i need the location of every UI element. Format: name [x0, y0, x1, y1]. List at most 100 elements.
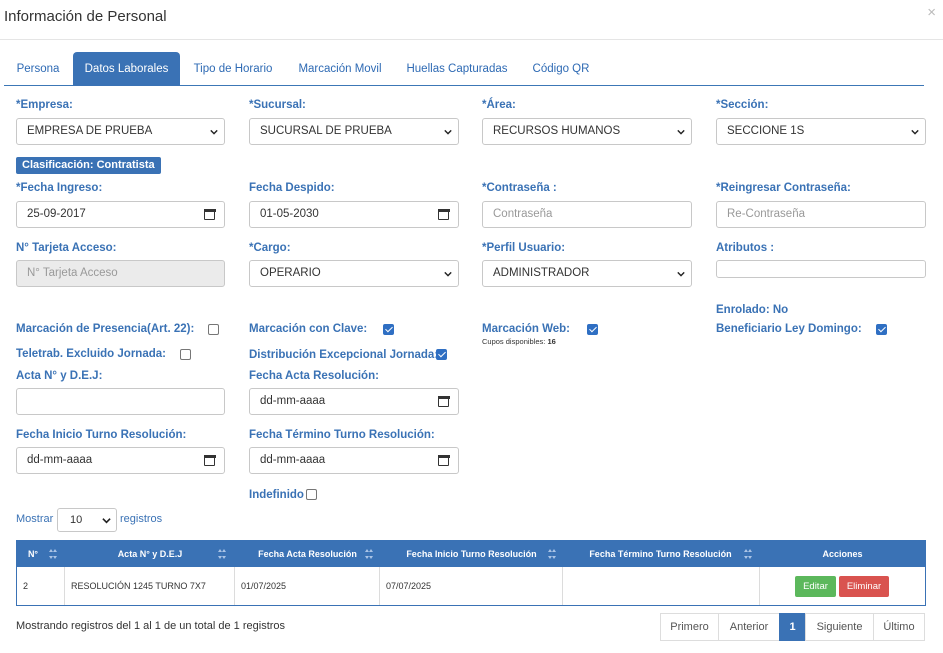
length-value: 10 [70, 514, 83, 526]
fecha-inicio-label: Fecha Inicio Turno Resolución: [16, 429, 187, 441]
modal-header: Información de Personal × [0, 0, 943, 40]
atributos-label: Atributos : [716, 242, 775, 254]
col-header-acta[interactable]: Acta N° y D.E.J [65, 541, 235, 567]
col-header-acciones: Acciones [822, 549, 863, 559]
pagination-page-1[interactable]: 1 [779, 613, 806, 641]
sort-icon[interactable] [365, 549, 373, 559]
contrasena-placeholder: Contraseña [493, 208, 553, 220]
distribucion-checkbox[interactable] [436, 349, 447, 360]
fecha-despido-input[interactable]: 01-05-2030 [249, 201, 459, 228]
cupos-value: 16 [547, 337, 556, 346]
cupos-label: Cupos disponibles: [482, 337, 546, 346]
col-header-fecha-acta[interactable]: Fecha Acta Resolución [235, 541, 380, 567]
ley-domingo-checkbox[interactable] [876, 324, 887, 335]
cell-fecha-acta: 01/07/2025 [235, 567, 380, 605]
calendar-icon[interactable] [437, 454, 450, 466]
ley-domingo-label: Beneficiario Ley Domingo: [716, 323, 862, 335]
sort-icon[interactable] [744, 549, 752, 559]
cell-fecha-inicio: 07/07/2025 [380, 567, 563, 605]
fecha-despido-value: 01-05-2030 [260, 208, 319, 220]
fecha-acta-value: dd-mm-aaaa [260, 395, 326, 407]
perfil-label: *Perfil Usuario: [482, 242, 566, 254]
calendar-icon[interactable] [203, 208, 216, 220]
tarjeta-input[interactable]: N° Tarjeta Acceso [16, 260, 225, 287]
length-before: Mostrar [16, 513, 54, 525]
recontrasena-input[interactable]: Re-Contraseña [716, 201, 926, 228]
area-label: *Área: [482, 99, 516, 111]
sort-icon[interactable] [548, 549, 556, 559]
length-select[interactable]: 10 [57, 508, 117, 532]
fecha-inicio-value: dd-mm-aaaa [27, 454, 93, 466]
presencia-checkbox[interactable] [208, 324, 219, 335]
tab-tipo-horario[interactable]: Tipo de Horario [186, 52, 280, 86]
sucursal-select[interactable]: SUCURSAL DE PRUEBA [249, 118, 459, 145]
teletrab-checkbox[interactable] [180, 349, 191, 360]
delete-button[interactable]: Eliminar [839, 576, 889, 597]
sort-icon[interactable] [49, 549, 57, 559]
fecha-inicio-input[interactable]: dd-mm-aaaa [16, 447, 225, 474]
edit-button[interactable]: Editar [795, 576, 836, 597]
resoluciones-table: N° Acta N° y D.E.J Fecha Acta Resolución… [16, 540, 926, 606]
fecha-acta-input[interactable]: dd-mm-aaaa [249, 388, 459, 415]
cell-acta: RESOLUCIÓN 1245 TURNO 7X7 [65, 567, 235, 605]
fecha-ingreso-input[interactable]: 25-09-2017 [16, 201, 225, 228]
clave-checkbox[interactable] [383, 324, 394, 335]
atributos-input[interactable] [716, 260, 926, 278]
area-select[interactable]: RECURSOS HUMANOS [482, 118, 692, 145]
distribucion-label: Distribución Excepcional Jornada: [249, 349, 439, 361]
chevron-down-icon [102, 518, 111, 524]
teletrab-label: Teletrab. Excluido Jornada: [16, 348, 166, 360]
sort-icon[interactable] [218, 549, 226, 559]
pagination-next[interactable]: Siguiente [805, 613, 874, 641]
seccion-select[interactable]: SECCIONE 1S [716, 118, 926, 145]
chevron-down-icon [210, 129, 218, 135]
tab-huellas-capturadas[interactable]: Huellas Capturadas [400, 52, 514, 86]
fecha-termino-value: dd-mm-aaaa [260, 454, 326, 466]
fecha-termino-input[interactable]: dd-mm-aaaa [249, 447, 459, 474]
tarjeta-placeholder: N° Tarjeta Acceso [27, 267, 118, 279]
cargo-select[interactable]: OPERARIO [249, 260, 459, 287]
fecha-ingreso-label: *Fecha Ingreso: [16, 182, 103, 194]
empresa-value: EMPRESA DE PRUEBA [27, 125, 153, 137]
cargo-value: OPERARIO [260, 267, 321, 279]
col-header-fecha-inicio[interactable]: Fecha Inicio Turno Resolución [380, 541, 563, 567]
acta-label: Acta N° y D.E.J: [16, 370, 103, 382]
col-header-fecha-termino[interactable]: Fecha Término Turno Resolución [563, 541, 758, 567]
tab-persona[interactable]: Persona [4, 52, 72, 86]
tab-datos-laborales[interactable]: Datos Laborales [73, 52, 180, 86]
calendar-icon[interactable] [437, 208, 450, 220]
seccion-value: SECCIONE 1S [727, 125, 805, 137]
indefinido-checkbox[interactable] [306, 489, 317, 500]
length-after: registros [120, 513, 163, 525]
chevron-down-icon [677, 129, 685, 135]
table-row: 2 RESOLUCIÓN 1245 TURNO 7X7 01/07/2025 0… [17, 567, 925, 605]
pagination-last[interactable]: Último [873, 613, 925, 641]
col-header-n[interactable]: N° [17, 541, 49, 567]
fecha-ingreso-value: 25-09-2017 [27, 208, 86, 220]
clasificacion-badge: Clasificación: Contratista [16, 157, 161, 174]
chevron-down-icon [444, 271, 452, 277]
clave-label: Marcación con Clave: [249, 323, 368, 335]
cargo-label: *Cargo: [249, 242, 291, 254]
web-checkbox[interactable] [587, 324, 598, 335]
empresa-select[interactable]: EMPRESA DE PRUEBA [16, 118, 225, 145]
calendar-icon[interactable] [437, 395, 450, 407]
tab-codigo-qr[interactable]: Código QR [524, 52, 598, 86]
contrasena-input[interactable]: Contraseña [482, 201, 692, 228]
perfil-select[interactable]: ADMINISTRADOR [482, 260, 692, 287]
cell-fecha-termino [563, 567, 760, 605]
tab-marcacion-movil[interactable]: Marcación Movil [288, 52, 392, 86]
chevron-down-icon [444, 129, 452, 135]
pagination-prev[interactable]: Anterior [718, 613, 780, 641]
close-icon[interactable]: × [927, 4, 936, 21]
recontrasena-label: *Reingresar Contraseña: [716, 182, 851, 194]
indefinido-label: Indefinido [249, 489, 304, 501]
acta-input[interactable] [16, 388, 225, 415]
contrasena-label: *Contraseña : [482, 182, 557, 194]
seccion-label: *Sección: [716, 99, 769, 111]
pagination-first[interactable]: Primero [660, 613, 719, 641]
fecha-despido-label: Fecha Despido: [249, 182, 335, 194]
tab-bar: Persona Datos Laborales Tipo de Horario … [4, 52, 924, 86]
sucursal-label: *Sucursal: [249, 99, 306, 111]
calendar-icon[interactable] [203, 454, 216, 466]
